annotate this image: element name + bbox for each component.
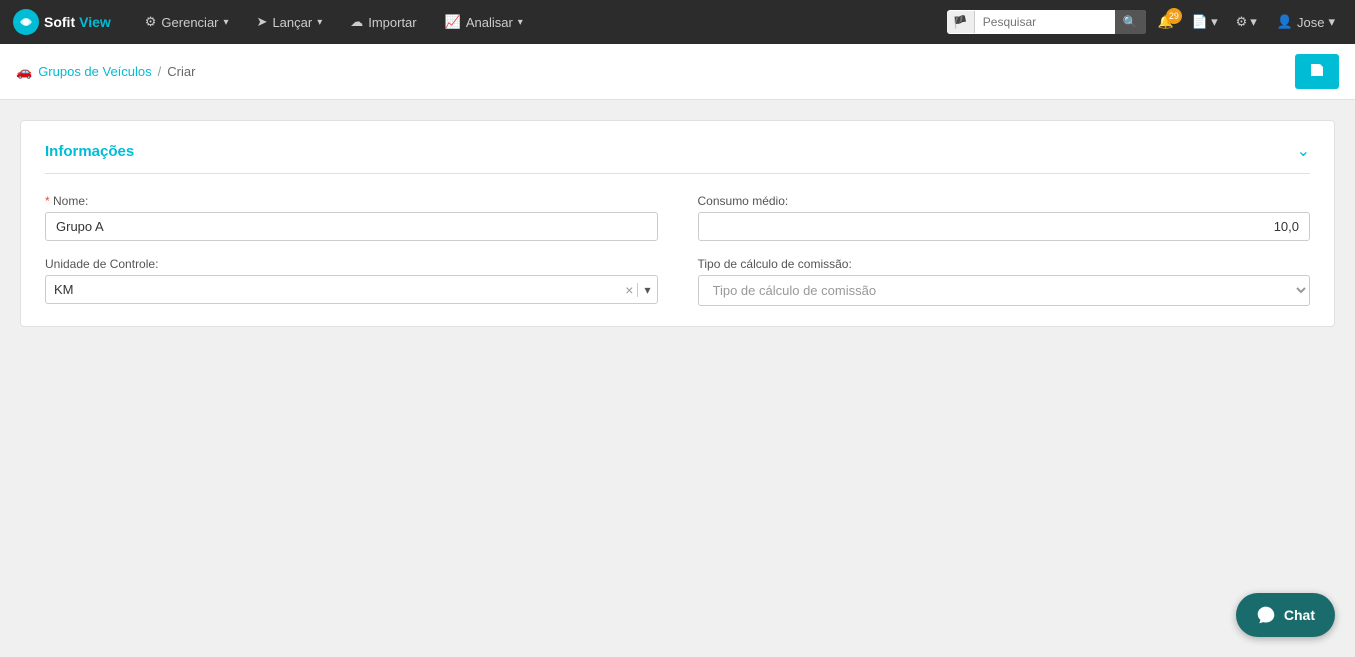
card-header: Informações ⌄	[45, 141, 1310, 174]
nav-gerenciar-label: Gerenciar	[161, 15, 218, 30]
search-button[interactable]: 🔍	[1115, 10, 1146, 34]
save-icon	[1309, 62, 1325, 78]
nav-analisar-label: Analisar	[466, 15, 513, 30]
nav-lancar-label: Lançar	[272, 15, 312, 30]
nav-importar[interactable]: ☁ Importar	[340, 8, 426, 36]
flag-icon: 🏴	[947, 11, 975, 33]
unidade-select-wrapper: KM × ▾	[45, 275, 658, 304]
navbar: SofitView ⚙ Gerenciar ▾ ➤ Lançar ▾ ☁ Imp…	[0, 0, 1355, 44]
cog-icon: ⚙	[1236, 14, 1248, 30]
breadcrumb-bar: 🚗 Grupos de Veículos / Criar	[0, 44, 1355, 100]
nav-analisar[interactable]: 📈 Analisar ▾	[435, 8, 533, 36]
consumo-input[interactable]	[698, 212, 1311, 241]
chat-button[interactable]: Chat	[1236, 593, 1335, 637]
chevron-down-icon: ▾	[1250, 14, 1257, 30]
unidade-selected-value: KM	[46, 276, 621, 303]
required-star: *	[45, 194, 50, 208]
unidade-clear-button[interactable]: ×	[621, 282, 637, 298]
breadcrumb-current: Criar	[167, 64, 195, 79]
navbar-right: 🏴 🔍 🔔 29 📄 ▾ ⚙ ▾ 👤 Jose ▾	[947, 10, 1343, 34]
save-button[interactable]	[1295, 54, 1339, 89]
cloud-icon: ☁	[350, 14, 363, 30]
document-button[interactable]: 📄 ▾	[1186, 10, 1224, 34]
truck-icon: 🚗	[16, 64, 32, 80]
notification-badge: 29	[1166, 8, 1182, 24]
nome-label: * Nome:	[45, 194, 658, 208]
nav-gerenciar[interactable]: ⚙ Gerenciar ▾	[135, 8, 239, 36]
user-icon: 👤	[1277, 14, 1293, 30]
settings-button[interactable]: ⚙ ▾	[1230, 10, 1263, 34]
search-box: 🏴 🔍	[947, 10, 1146, 34]
document-icon: 📄	[1192, 14, 1208, 30]
user-name: Jose	[1297, 15, 1324, 30]
consumo-label: Consumo médio:	[698, 194, 1311, 208]
brand-view-text: View	[79, 14, 111, 30]
brand-sofit-text: Sofit	[44, 14, 75, 30]
chat-bubble-icon	[1256, 605, 1276, 625]
chevron-down-icon: ▾	[1211, 14, 1218, 30]
brand: SofitView	[12, 8, 111, 36]
main-content: Informações ⌄ * Nome: Consumo médio: Uni…	[0, 100, 1355, 347]
form-grid: * Nome: Consumo médio: Unidade de Contro…	[45, 194, 1310, 306]
nome-input[interactable]	[45, 212, 658, 241]
nome-label-text: Nome:	[53, 194, 88, 208]
chevron-down-icon: ▾	[518, 17, 523, 28]
unidade-label: Unidade de Controle:	[45, 257, 658, 271]
nav-lancar[interactable]: ➤ Lançar ▾	[247, 8, 333, 36]
user-menu[interactable]: 👤 Jose ▾	[1269, 10, 1343, 34]
chevron-down-icon: ▾	[317, 17, 322, 28]
breadcrumb-link[interactable]: Grupos de Veículos	[38, 64, 151, 79]
chat-label: Chat	[1284, 607, 1315, 623]
unidade-group: Unidade de Controle: KM × ▾	[45, 257, 658, 306]
chevron-down-icon: ▾	[224, 17, 229, 28]
unidade-dropdown-button[interactable]: ▾	[637, 283, 656, 297]
tipo-select[interactable]: Tipo de cálculo de comissão	[698, 275, 1311, 306]
brand-logo-icon	[12, 8, 40, 36]
tipo-label: Tipo de cálculo de comissão:	[698, 257, 1311, 271]
notifications-button[interactable]: 🔔 29	[1152, 10, 1180, 34]
gear-icon: ⚙	[145, 14, 157, 30]
card-title: Informações	[45, 143, 134, 160]
arrow-icon: ➤	[257, 14, 268, 30]
tipo-group: Tipo de cálculo de comissão: Tipo de cál…	[698, 257, 1311, 306]
search-input[interactable]	[975, 11, 1115, 33]
chevron-down-icon: ▾	[1328, 14, 1335, 30]
consumo-group: Consumo médio:	[698, 194, 1311, 241]
nome-group: * Nome:	[45, 194, 658, 241]
collapse-button[interactable]: ⌄	[1297, 141, 1310, 161]
nav-importar-label: Importar	[368, 15, 416, 30]
chart-icon: 📈	[445, 14, 461, 30]
info-card: Informações ⌄ * Nome: Consumo médio: Uni…	[20, 120, 1335, 327]
breadcrumb-separator: /	[158, 64, 162, 79]
